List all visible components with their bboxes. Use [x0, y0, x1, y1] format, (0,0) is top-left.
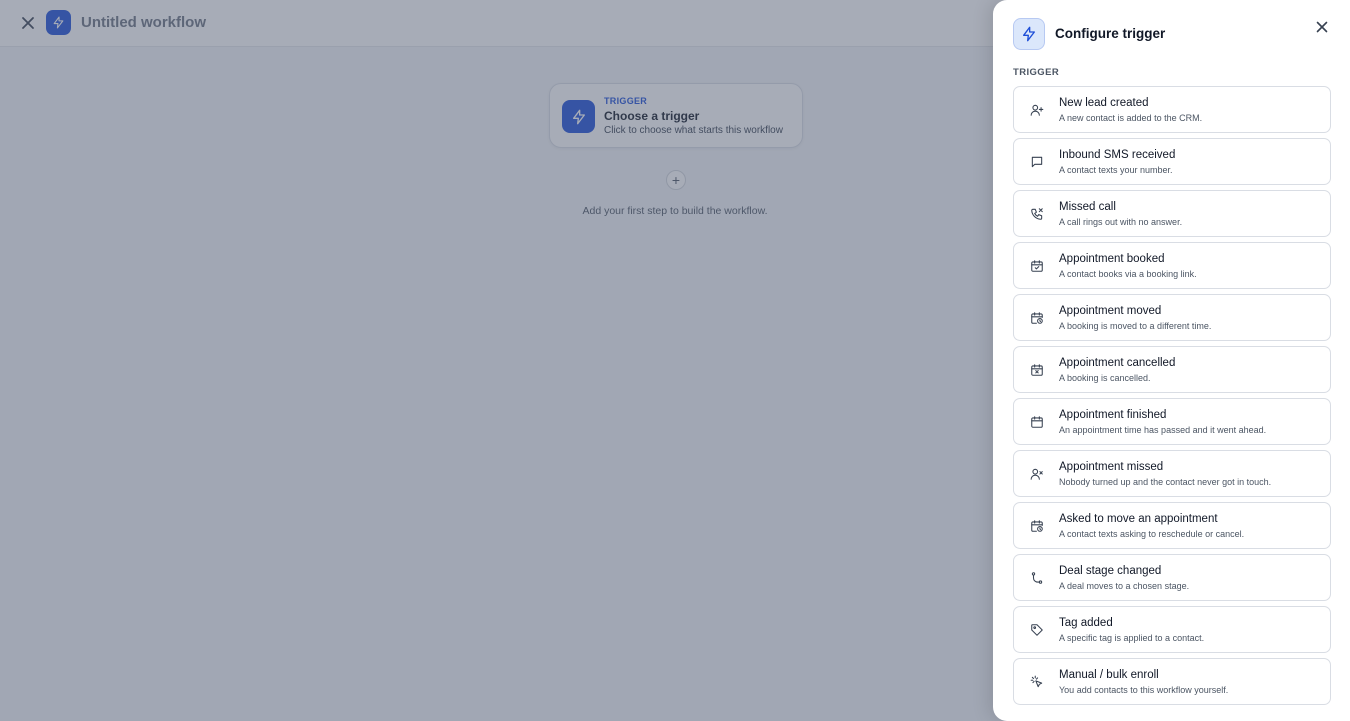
- tag-icon: [1029, 622, 1045, 638]
- close-icon[interactable]: [1313, 18, 1331, 36]
- section-label: TRIGGER: [1013, 67, 1060, 78]
- option-title: Asked to move an appointment: [1059, 513, 1218, 525]
- trigger-option-inbound-sms[interactable]: Inbound SMS received A contact texts you…: [1013, 138, 1331, 185]
- pointer-click-icon: [1029, 674, 1045, 690]
- option-description: A booking is cancelled.: [1059, 373, 1151, 383]
- trigger-option-manual-bulk-enroll[interactable]: Manual / bulk enroll You add contacts to…: [1013, 658, 1331, 705]
- trigger-option-missed-call[interactable]: Missed call A call rings out with no ans…: [1013, 190, 1331, 237]
- calendar-clock-icon: [1029, 518, 1045, 534]
- option-title: Appointment booked: [1059, 253, 1165, 265]
- calendar-clock-icon: [1029, 310, 1045, 326]
- option-title: Inbound SMS received: [1059, 149, 1176, 161]
- trigger-options-list: New lead created A new contact is added …: [1013, 86, 1331, 710]
- trigger-option-tag-added[interactable]: Tag added A specific tag is applied to a…: [1013, 606, 1331, 653]
- option-title: Tag added: [1059, 617, 1113, 629]
- option-description: A call rings out with no answer.: [1059, 217, 1183, 227]
- trigger-option-asked-to-move[interactable]: Asked to move an appointment A contact t…: [1013, 502, 1331, 549]
- user-plus-icon: [1029, 102, 1045, 118]
- trigger-option-appointment-finished[interactable]: Appointment finished An appointment time…: [1013, 398, 1331, 445]
- option-title: Appointment finished: [1059, 409, 1167, 421]
- option-description: A contact texts your number.: [1059, 165, 1173, 175]
- trigger-option-appointment-booked[interactable]: Appointment booked A contact books via a…: [1013, 242, 1331, 289]
- message-icon: [1029, 154, 1045, 170]
- calendar-x-icon: [1029, 362, 1045, 378]
- option-description: A deal moves to a chosen stage.: [1059, 581, 1190, 591]
- option-title: Missed call: [1059, 201, 1116, 213]
- drawer-title: Configure trigger: [1055, 26, 1166, 41]
- lightning-icon: [1013, 18, 1045, 50]
- option-description: You add contacts to this workflow yourse…: [1059, 685, 1229, 695]
- calendar-icon: [1029, 414, 1045, 430]
- trigger-option-deal-stage-changed[interactable]: Deal stage changed A deal moves to a cho…: [1013, 554, 1331, 601]
- option-title: Appointment moved: [1059, 305, 1162, 317]
- trigger-option-new-lead-created[interactable]: New lead created A new contact is added …: [1013, 86, 1331, 133]
- option-title: Appointment cancelled: [1059, 357, 1176, 369]
- option-description: A contact books via a booking link.: [1059, 269, 1197, 279]
- calendar-check-icon: [1029, 258, 1045, 274]
- trigger-option-appointment-cancelled[interactable]: Appointment cancelled A booking is cance…: [1013, 346, 1331, 393]
- configure-trigger-drawer: Configure trigger TRIGGER New lead creat…: [993, 0, 1350, 721]
- phone-missed-icon: [1029, 206, 1045, 222]
- trigger-option-appointment-missed[interactable]: Appointment missed Nobody turned up and …: [1013, 450, 1331, 497]
- option-description: A booking is moved to a different time.: [1059, 321, 1212, 331]
- user-x-icon: [1029, 466, 1045, 482]
- option-description: A contact texts asking to reschedule or …: [1059, 529, 1245, 539]
- option-description: Nobody turned up and the contact never g…: [1059, 477, 1272, 487]
- option-title: Manual / bulk enroll: [1059, 669, 1159, 681]
- option-description: An appointment time has passed and it we…: [1059, 425, 1267, 435]
- option-title: New lead created: [1059, 97, 1149, 109]
- trigger-option-appointment-moved[interactable]: Appointment moved A booking is moved to …: [1013, 294, 1331, 341]
- git-branch-icon: [1029, 570, 1045, 586]
- option-description: A new contact is added to the CRM.: [1059, 113, 1203, 123]
- option-title: Appointment missed: [1059, 461, 1164, 473]
- option-description: A specific tag is applied to a contact.: [1059, 633, 1205, 643]
- option-title: Deal stage changed: [1059, 565, 1162, 577]
